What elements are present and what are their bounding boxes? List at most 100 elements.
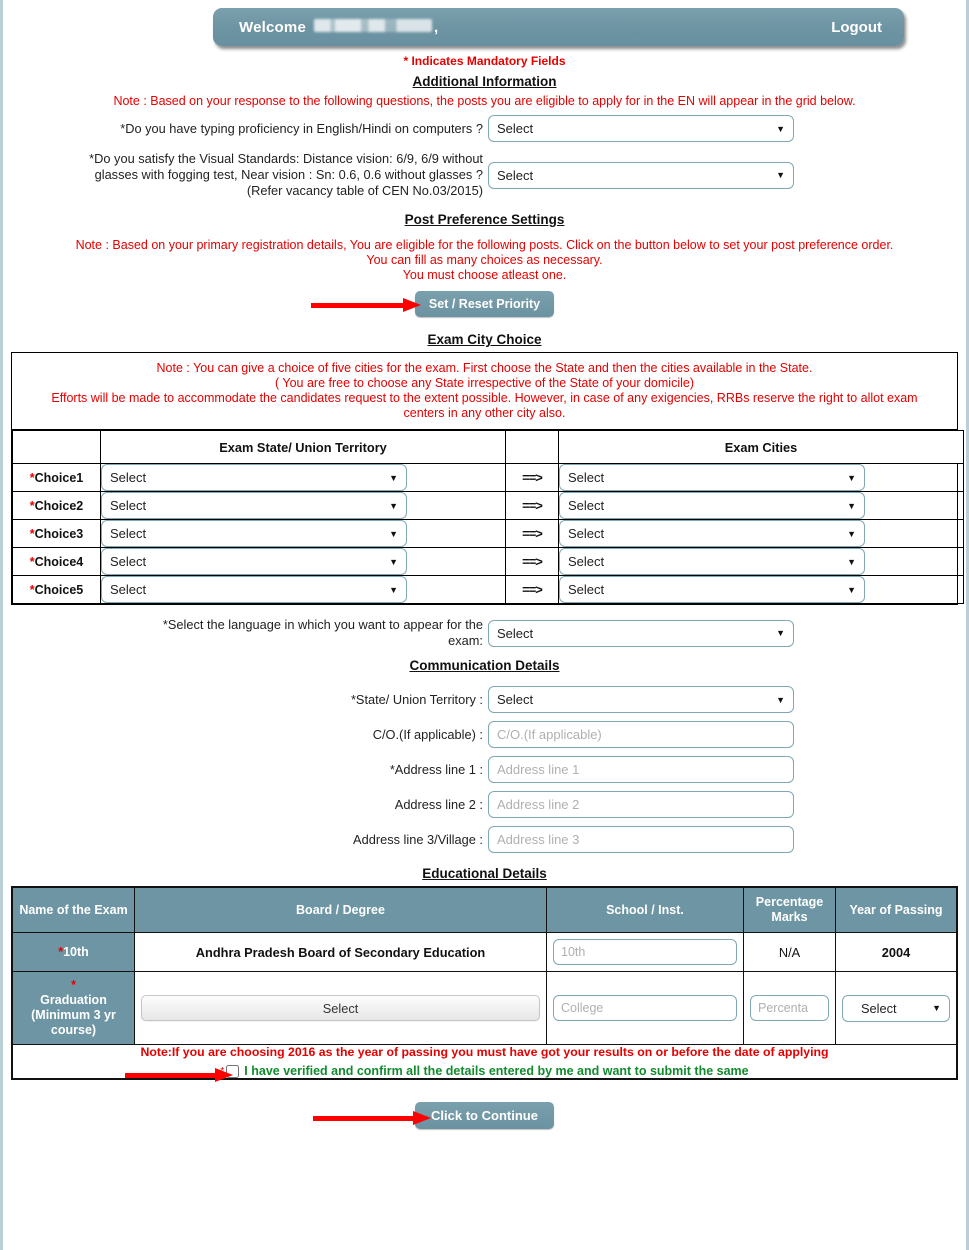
click-to-continue-button[interactable]: Click to Continue — [415, 1102, 554, 1129]
edu-row-graduation-college-cell — [546, 971, 744, 1045]
user-name-redacted — [313, 18, 432, 32]
graduation-label-text: Graduation (Minimum 3 yr course) — [31, 993, 116, 1037]
choice1-arrow: ==> — [505, 463, 559, 492]
choice4-city-select[interactable]: Select — [559, 548, 865, 575]
comm-addr2-label: Address line 2 : — [394, 796, 483, 812]
graduation-required-asterisk: * — [71, 978, 76, 992]
edu-row-10th-school-input[interactable] — [553, 939, 737, 965]
edu-col-school: School / Inst. — [546, 887, 744, 933]
welcome-text: Welcome , — [239, 18, 439, 36]
exam-language-select[interactable]: Select — [488, 619, 794, 647]
comm-state-select-wrap: Select ▼ — [488, 686, 794, 713]
choice2-arrow: ==> — [505, 491, 559, 520]
choice3-city-cell: Select ▼ — [558, 519, 964, 548]
exam-city-note-line2: ( You are free to choose any State irres… — [275, 376, 694, 390]
choice4-state-select[interactable]: Select — [101, 548, 407, 575]
edu-header-row: Name of the Exam Board / Degree School /… — [12, 887, 957, 933]
comm-addr3-input[interactable] — [488, 826, 794, 853]
red-arrow-icon — [125, 1068, 235, 1082]
choice1-city-select[interactable]: Select — [559, 464, 865, 491]
comm-addr1-row: *Address line 1 : — [3, 756, 966, 783]
comm-addr1-label: *Address line 1 : — [389, 761, 483, 777]
edu-row-10th-school-cell — [546, 932, 744, 972]
typing-proficiency-select-wrap: Select ▼ — [488, 115, 794, 142]
typing-proficiency-select[interactable]: Select — [488, 115, 794, 142]
table-row: *Choice2 Select ▼ ==> Select ▼ — [12, 491, 964, 520]
application-page: Welcome , Logout * Indicates Mandatory F… — [0, 0, 969, 1250]
choice4-city-cell: Select ▼ — [558, 547, 964, 576]
set-reset-priority-row: Set / Reset Priority — [3, 291, 966, 319]
edu-row-graduation-college-input[interactable] — [553, 995, 737, 1021]
choice1-state-select[interactable]: Select — [101, 464, 407, 491]
comm-co-label: C/O.(If applicable) : — [372, 726, 483, 742]
edu-row-graduation-year-select[interactable]: Select — [842, 994, 950, 1022]
exam-language-label: *Select the language in which you want t… — [3, 617, 488, 649]
exam-city-note-line4: centers in any other city also. — [403, 406, 566, 420]
post-preference-note: Note : Based on your primary registratio… — [3, 238, 966, 283]
confirm-checkbox-line: * I have verified and confirm all the de… — [13, 1064, 956, 1082]
welcome-comma: , — [433, 18, 439, 36]
post-preference-title: Post Preference Settings — [404, 212, 565, 227]
choice5-city-cell: Select ▼ — [558, 575, 964, 604]
edu-row-graduation-name: * Graduation (Minimum 3 yr course) — [12, 971, 135, 1045]
educational-details-box: Name of the Exam Board / Degree School /… — [11, 886, 958, 1082]
exam-city-header-blank — [12, 430, 101, 464]
choice3-state-select[interactable]: Select — [101, 520, 407, 547]
choice4-label: *Choice4 — [12, 547, 101, 576]
choice3-city-select[interactable]: Select — [559, 520, 865, 547]
choice4-state-cell: Select ▼ — [100, 547, 506, 576]
edu-row-10th-percentage: N/A — [743, 932, 836, 972]
table-row: *Choice1 Select ▼ ==> Select ▼ — [12, 463, 964, 492]
edu-row-graduation-degree-select[interactable]: Select — [141, 995, 540, 1021]
choice5-state-cell: Select ▼ — [100, 575, 506, 604]
choice5-state-select[interactable]: Select — [101, 576, 407, 603]
typing-proficiency-row: *Do you have typing proficiency in Engli… — [3, 115, 966, 142]
choice2-state-cell: Select ▼ — [100, 491, 506, 520]
table-row: * Graduation (Minimum 3 yr course) Selec… — [12, 971, 957, 1045]
choice1-label: *Choice1 — [12, 463, 101, 492]
choice5-label: *Choice5 — [12, 575, 101, 604]
choice2-city-cell: Select ▼ — [558, 491, 964, 520]
comm-state-select[interactable]: Select — [488, 686, 794, 713]
comm-addr2-input[interactable] — [488, 791, 794, 818]
choice3-state-cell: Select ▼ — [100, 519, 506, 548]
comm-addr3-row: Address line 3/Village : — [3, 826, 966, 853]
additional-information-note: Note : Based on your response to the fol… — [113, 94, 856, 108]
submit-row: Click to Continue — [3, 1102, 966, 1132]
choice5-city-select[interactable]: Select — [559, 576, 865, 603]
edu-row-graduation-percentage-input[interactable] — [750, 995, 829, 1021]
set-reset-priority-button[interactable]: Set / Reset Priority — [414, 291, 555, 317]
edu-col-exam-name: Name of the Exam — [12, 887, 135, 933]
visual-standards-line3: (Refer vacancy table of CEN No.03/2015) — [246, 183, 483, 198]
edu-table-body: *10th Andhra Pradesh Board of Secondary … — [12, 932, 957, 1082]
confirm-checkbox-label: I have verified and confirm all the deta… — [244, 1064, 749, 1078]
additional-information-title: Additional Information — [412, 74, 557, 89]
red-arrow-icon — [311, 298, 421, 312]
edu-row-10th-year: 2004 — [835, 932, 957, 972]
choice2-city-select[interactable]: Select — [559, 492, 865, 519]
educational-details-table: Name of the Exam Board / Degree School /… — [12, 887, 957, 1082]
choice4-arrow: ==> — [505, 547, 559, 576]
table-row: *10th Andhra Pradesh Board of Secondary … — [12, 932, 957, 972]
edu-col-year: Year of Passing — [835, 887, 957, 933]
edu-confirm-cell: Note:If you are choosing 2016 as the yea… — [12, 1044, 957, 1082]
welcome-label: Welcome — [239, 18, 306, 36]
visual-standards-row: *Do you satisfy the Visual Standards: Di… — [3, 151, 966, 199]
comm-addr1-input[interactable] — [488, 756, 794, 783]
header: Welcome , Logout — [3, 0, 966, 46]
red-arrow-icon — [313, 1111, 433, 1125]
comm-addr2-row: Address line 2 : — [3, 791, 966, 818]
table-row: *Choice4 Select ▼ ==> Select ▼ — [12, 547, 964, 576]
exam-language-row: *Select the language in which you want t… — [3, 617, 966, 649]
choice2-state-select[interactable]: Select — [101, 492, 407, 519]
edu-row-graduation-percentage-cell — [743, 971, 836, 1045]
choice3-label: *Choice3 — [12, 519, 101, 548]
logout-link[interactable]: Logout — [831, 19, 882, 36]
edu-col-percentage: Percentage Marks — [743, 887, 836, 933]
comm-state-row: *State/ Union Territory : Select ▼ — [3, 686, 966, 713]
exam-city-header-state: Exam State/ Union Territory — [100, 430, 506, 464]
edu-row-10th-board: Andhra Pradesh Board of Secondary Educat… — [134, 932, 547, 972]
comm-co-input[interactable] — [488, 721, 794, 748]
exam-language-label-line1: *Select the language in which you want t… — [162, 617, 483, 632]
visual-standards-select[interactable]: Select — [488, 161, 794, 189]
